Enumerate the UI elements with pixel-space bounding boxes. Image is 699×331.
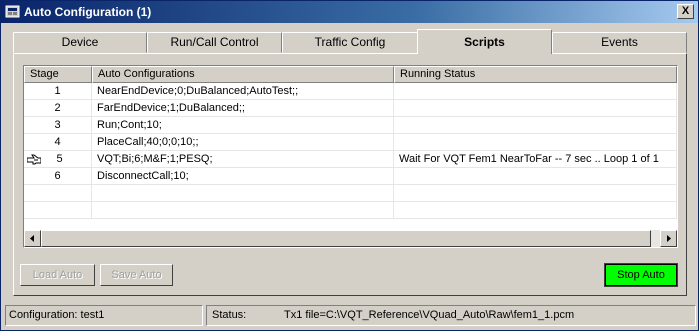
scripts-panel: Stage Auto Configurations Running Status… — [13, 53, 687, 296]
scroll-thumb[interactable] — [41, 230, 651, 247]
title-bar[interactable]: Auto Configuration (1) X — [1, 1, 698, 23]
status-panel: Status: Tx1 file=C:\VQT_Reference\VQuad_… — [206, 305, 696, 326]
config-cell: Run;Cont;10; — [92, 117, 394, 134]
config-cell: PlaceCall;40;0;0;10;; — [92, 134, 394, 151]
close-button[interactable]: X — [677, 4, 694, 19]
auto-configuration-window: Auto Configuration (1) X Device Run/Call… — [0, 0, 699, 331]
tab-traffic-config-label: Traffic Config — [314, 35, 386, 49]
arrow-right-icon — [667, 235, 671, 242]
status-configuration: Configuration: test1 — [5, 305, 203, 326]
tab-events-label: Events — [601, 35, 638, 49]
save-auto-button[interactable]: Save Auto — [100, 264, 173, 286]
table-row[interactable]: 4 PlaceCall;40;0;0;10;; — [24, 134, 677, 151]
status-cell — [394, 83, 677, 100]
tab-device[interactable]: Device — [13, 32, 147, 53]
table-row[interactable]: 6 DisconnectCall;10; — [24, 168, 677, 185]
table-row[interactable]: 1 NearEndDevice;0;DuBalanced;AutoTest;; — [24, 83, 677, 100]
stop-auto-button[interactable]: Stop Auto — [604, 263, 678, 287]
tab-run-call-control[interactable]: Run/Call Control — [147, 32, 282, 53]
table-row[interactable]: 2 FarEndDevice;1;DuBalanced;; — [24, 100, 677, 117]
tab-device-label: Device — [61, 35, 99, 49]
column-header-running-status[interactable]: Running Status — [394, 66, 677, 83]
tab-strip: Device Run/Call Control Traffic Config S… — [13, 29, 687, 54]
empty-cell — [92, 185, 394, 202]
status-label: Status: — [212, 309, 247, 321]
empty-cell — [24, 185, 92, 202]
tab-run-call-control-label: Run/Call Control — [170, 35, 259, 49]
config-cell: FarEndDevice;1;DuBalanced;; — [92, 100, 394, 117]
load-auto-button[interactable]: Load Auto — [20, 264, 95, 286]
list-header: Stage Auto Configurations Running Status — [24, 66, 677, 83]
auto-config-list[interactable]: Stage Auto Configurations Running Status… — [23, 65, 678, 248]
status-cell — [394, 100, 677, 117]
status-cell — [394, 117, 677, 134]
tab-events[interactable]: Events — [552, 32, 687, 53]
tab-scripts-label: Scripts — [464, 35, 505, 49]
scroll-left-button[interactable] — [24, 230, 41, 247]
config-cell: DisconnectCall;10; — [92, 168, 394, 185]
config-cell: VQT;Bi;6;M&F;1;PESQ; — [92, 151, 394, 168]
stage-cell: 6 — [24, 168, 92, 185]
horizontal-scrollbar[interactable] — [24, 230, 677, 247]
arrow-left-icon — [30, 235, 34, 242]
status-cell — [394, 168, 677, 185]
app-icon — [5, 5, 20, 18]
empty-row — [24, 185, 677, 202]
table-row-current[interactable]: 5 VQT;Bi;6;M&F;1;PESQ; Wait For VQT Fem1… — [24, 151, 677, 168]
status-value: Tx1 file=C:\VQT_Reference\VQuad_Auto\Raw… — [284, 309, 575, 321]
status-cell: Wait For VQT Fem1 NearToFar -- 7 sec .. … — [394, 151, 677, 168]
tab-scripts[interactable]: Scripts — [417, 29, 552, 54]
column-header-auto-configurations[interactable]: Auto Configurations — [92, 66, 394, 83]
empty-cell — [24, 202, 92, 219]
table-row[interactable]: 3 Run;Cont;10; — [24, 117, 677, 134]
empty-cell — [92, 202, 394, 219]
empty-cell — [394, 202, 677, 219]
scroll-right-button[interactable] — [660, 230, 677, 247]
stage-cell: 1 — [24, 83, 92, 100]
close-icon: X — [681, 5, 690, 17]
column-header-stage[interactable]: Stage — [24, 66, 92, 83]
tab-traffic-config[interactable]: Traffic Config — [282, 32, 418, 53]
stage-cell: 2 — [24, 100, 92, 117]
empty-row — [24, 202, 677, 219]
status-cell — [394, 134, 677, 151]
config-cell: NearEndDevice;0;DuBalanced;AutoTest;; — [92, 83, 394, 100]
stage-cell: 3 — [24, 117, 92, 134]
stage-cell: 4 — [24, 134, 92, 151]
window-title: Auto Configuration (1) — [24, 5, 152, 19]
empty-cell — [394, 185, 677, 202]
stage-cell: 5 — [24, 151, 92, 168]
